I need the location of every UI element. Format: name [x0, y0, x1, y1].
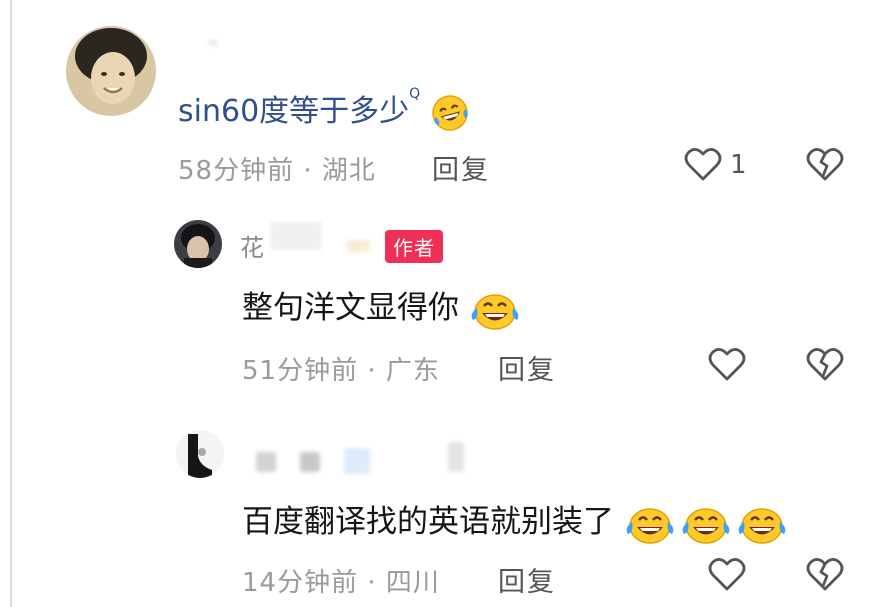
obscured-username	[208, 40, 218, 46]
left-divider	[10, 0, 12, 607]
comment-text: sin60度等于多少Q	[178, 86, 470, 133]
author-badge: 作者	[385, 230, 443, 263]
like-count: 1	[730, 150, 747, 180]
obscured-username	[346, 240, 370, 252]
reply-button[interactable]: 回复	[498, 348, 556, 387]
comment-text: 整句洋文显得你	[242, 282, 521, 330]
commenter-avatar[interactable]	[66, 26, 156, 116]
comment-thread: sin60度等于多少Q 58分钟前 · 湖北 回复 1 花 作者 整句洋文显得你…	[0, 0, 880, 607]
laughing-tears-emoji-icon	[430, 93, 470, 133]
broken-heart-icon[interactable]	[806, 346, 844, 382]
comment-timestamp-location: 51分钟前 · 广东	[242, 356, 440, 386]
broken-heart-icon[interactable]	[806, 146, 844, 182]
reply-button[interactable]: 回复	[498, 560, 556, 599]
comment-text: 百度翻译找的英语就别装了	[242, 496, 790, 544]
broken-heart-icon[interactable]	[806, 556, 844, 592]
laughing-tears-emoji-icon	[469, 290, 521, 330]
heart-outline-icon[interactable]	[708, 556, 746, 592]
author-username[interactable]: 花	[240, 228, 265, 263]
heart-outline-icon[interactable]	[708, 346, 746, 382]
laughing-tears-emoji-icon	[624, 504, 790, 544]
comment-timestamp-location: 58分钟前 · 湖北	[178, 156, 376, 186]
heart-outline-icon[interactable]	[684, 146, 722, 182]
obscured-username	[448, 442, 464, 472]
reply-button[interactable]: 回复	[432, 148, 490, 187]
obscured-username	[300, 452, 320, 472]
obscured-username	[256, 452, 276, 472]
comment-timestamp-location: 14分钟前 · 四川	[242, 568, 440, 598]
obscured-username	[270, 222, 322, 250]
author-avatar[interactable]	[174, 220, 222, 268]
commenter-avatar[interactable]	[176, 430, 224, 478]
obscured-username	[344, 448, 370, 474]
